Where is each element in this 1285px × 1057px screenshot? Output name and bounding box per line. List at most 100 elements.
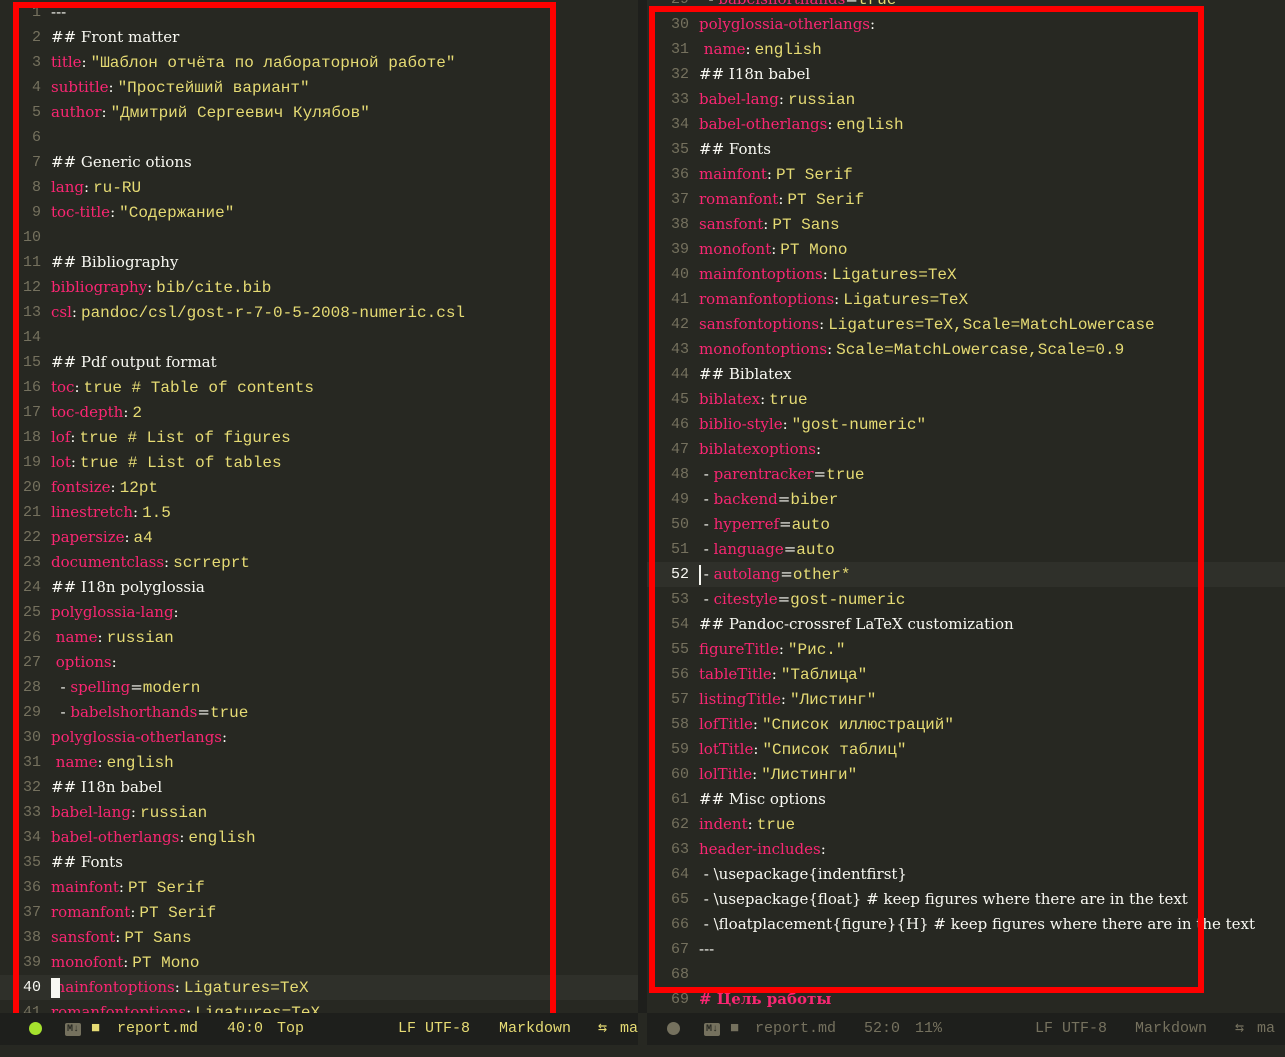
- code-line[interactable]: 26 name: russian: [0, 625, 638, 650]
- code-line[interactable]: 63 header-includes:: [647, 837, 1285, 862]
- code-line[interactable]: 1 ---: [0, 0, 638, 25]
- code-line[interactable]: 20 fontsize: 12pt: [0, 475, 638, 500]
- code-line[interactable]: 23 documentclass: scrreprt: [0, 550, 638, 575]
- buffer-name[interactable]: report.md: [117, 1013, 198, 1045]
- code-line[interactable]: 6: [0, 125, 638, 150]
- code-line[interactable]: 34 babel-otherlangs: english: [0, 825, 638, 850]
- code-line[interactable]: 16 toc: true # Table of contents: [0, 375, 638, 400]
- code-line[interactable]: 44 ## Biblatex: [647, 362, 1285, 387]
- code-line[interactable]: 35 ## Fonts: [647, 137, 1285, 162]
- code-line[interactable]: 35 ## Fonts: [0, 850, 638, 875]
- code-line[interactable]: 62 indent: true: [647, 812, 1285, 837]
- yaml-value: "Содержание": [119, 204, 235, 222]
- code-line[interactable]: 10: [0, 225, 638, 250]
- code-line[interactable]: 31 name: english: [0, 750, 638, 775]
- code-line[interactable]: 49 - backend=biber: [647, 487, 1285, 512]
- code-line[interactable]: 5 author: "Дмитрий Сергеевич Кулябов": [0, 100, 638, 125]
- code-line[interactable]: 39 monofont: PT Mono: [647, 237, 1285, 262]
- code-line[interactable]: 66 - \floatplacement{figure}{H} # keep f…: [647, 912, 1285, 937]
- vcs-branch[interactable]: ma: [1257, 1013, 1275, 1045]
- code-line[interactable]: 51 - language=auto: [647, 537, 1285, 562]
- minibuffer[interactable]: [0, 1045, 1285, 1057]
- code-line[interactable]: 11 ## Bibliography: [0, 250, 638, 275]
- code-line[interactable]: 50 - hyperref=auto: [647, 512, 1285, 537]
- code-line[interactable]: 60 lolTitle: "Листинги": [647, 762, 1285, 787]
- code-line[interactable]: 67 ---: [647, 937, 1285, 962]
- code-line[interactable]: 17 toc-depth: 2: [0, 400, 638, 425]
- code-line[interactable]: 64 - \usepackage{indentfirst}: [647, 862, 1285, 887]
- code-line[interactable]: 41 romanfontoptions: Ligatures=TeX: [0, 1000, 638, 1013]
- code-line[interactable]: 32 ## I18n babel: [0, 775, 638, 800]
- code-line[interactable]: 41 romanfontoptions: Ligatures=TeX: [647, 287, 1285, 312]
- code-line[interactable]: 30 polyglossia-otherlangs:: [0, 725, 638, 750]
- current-line[interactable]: 52 - autolang=other*: [647, 562, 1285, 587]
- code-line[interactable]: 40 mainfontoptions: Ligatures=TeX: [647, 262, 1285, 287]
- code-line[interactable]: 69 # Цель работы: [647, 987, 1285, 1012]
- code-line[interactable]: 22 papersize: a4: [0, 525, 638, 550]
- code-line[interactable]: 31 name: english: [647, 37, 1285, 62]
- code-line[interactable]: 68: [647, 962, 1285, 987]
- code-line[interactable]: 53 - citestyle=gost-numeric: [647, 587, 1285, 612]
- code-line[interactable]: 42 sansfontoptions: Ligatures=TeX,Scale=Ma…: [647, 312, 1285, 337]
- code-line[interactable]: 8 lang: ru-RU: [0, 175, 638, 200]
- code-line[interactable]: 43 monofontoptions: Scale=MatchLowercase,S…: [647, 337, 1285, 362]
- code-line[interactable]: 32 ## I18n babel: [647, 62, 1285, 87]
- code-line[interactable]: 65 - \usepackage{float} # keep figures w…: [647, 887, 1285, 912]
- code-line[interactable]: 25 polyglossia-lang:: [0, 600, 638, 625]
- code-line[interactable]: 55 figureTitle: "Рис.": [647, 637, 1285, 662]
- code-line[interactable]: 37 romanfont: PT Serif: [647, 187, 1285, 212]
- code-line[interactable]: 37 romanfont: PT Serif: [0, 900, 638, 925]
- code-line[interactable]: 46 biblio-style: "gost-numeric": [647, 412, 1285, 437]
- code-line[interactable]: 47 biblatexoptions:: [647, 437, 1285, 462]
- code-line[interactable]: 27 options:: [0, 650, 638, 675]
- vcs-branch[interactable]: ma: [620, 1013, 638, 1045]
- window-divider[interactable]: [638, 0, 647, 1013]
- editor-pane-right[interactable]: 29 - babelshorthands=true30polyglossia-o…: [647, 0, 1285, 1013]
- code-line[interactable]: 18 lof: true # List of figures: [0, 425, 638, 450]
- major-mode[interactable]: Markdown: [1135, 1013, 1207, 1045]
- code-line[interactable]: 54 ## Pandoc-crossref LaTeX customization: [647, 612, 1285, 637]
- code-line[interactable]: 28 - spelling=modern: [0, 675, 638, 700]
- code-line[interactable]: 29 - babelshorthands=true: [647, 0, 1285, 12]
- code-line[interactable]: 61 ## Misc options: [647, 787, 1285, 812]
- yaml-key: babelshorthands: [70, 703, 198, 721]
- buffer-name[interactable]: report.md: [755, 1013, 836, 1045]
- code-line[interactable]: 14: [0, 325, 638, 350]
- code-line[interactable]: 9 toc-title: "Содержание": [0, 200, 638, 225]
- code-line[interactable]: 13 csl: pandoc/csl/gost-r-7-0-5-2008-numer…: [0, 300, 638, 325]
- code-line[interactable]: 48 - parentracker=true: [647, 462, 1285, 487]
- code-line[interactable]: 2 ## Front matter: [0, 25, 638, 50]
- yaml-value: PT Sans: [124, 929, 192, 947]
- code-line[interactable]: 21 linestretch: 1.5: [0, 500, 638, 525]
- code-line[interactable]: 33 babel-lang: russian: [647, 87, 1285, 112]
- code-line[interactable]: 12 bibliography: bib/cite.bib: [0, 275, 638, 300]
- major-mode[interactable]: Markdown: [499, 1013, 571, 1045]
- code-line[interactable]: 19 lot: true # List of tables: [0, 450, 638, 475]
- code-line[interactable]: 33 babel-lang: russian: [0, 800, 638, 825]
- code-line[interactable]: 4 subtitle: "Простейший вариант": [0, 75, 638, 100]
- code-line[interactable]: 39 monofont: PT Mono: [0, 950, 638, 975]
- code-line[interactable]: 38 sansfont: PT Sans: [0, 925, 638, 950]
- cursor-position: 52:0: [864, 1020, 901, 1037]
- code-line[interactable]: 36 mainfont: PT Serif: [0, 875, 638, 900]
- code-line[interactable]: 45 biblatex: true: [647, 387, 1285, 412]
- code-line[interactable]: 59 lotTitle: "Список таблиц": [647, 737, 1285, 762]
- code-line[interactable]: 36 mainfont: PT Serif: [647, 162, 1285, 187]
- code-line[interactable]: 7 ## Generic otions: [0, 150, 638, 175]
- code-line[interactable]: 58 lofTitle: "Список иллюстраций": [647, 712, 1285, 737]
- code-line[interactable]: 3 title: "Шаблон отчёта по лабораторной ра…: [0, 50, 638, 75]
- code-line[interactable]: 15 ## Pdf output format: [0, 350, 638, 375]
- code-line[interactable]: 38 sansfont: PT Sans: [647, 212, 1285, 237]
- encoding-indicator[interactable]: LF UTF-8: [398, 1013, 470, 1045]
- code-line[interactable]: 56 tableTitle: "Таблица": [647, 662, 1285, 687]
- current-line[interactable]: 40 mainfontoptions: Ligatures=TeX: [0, 975, 638, 1000]
- code-lines[interactable]: 29 - babelshorthands=true30polyglossia-o…: [647, 0, 1285, 1012]
- code-line[interactable]: 29 - babelshorthands=true: [0, 700, 638, 725]
- code-line[interactable]: 24 ## I18n polyglossia: [0, 575, 638, 600]
- encoding-indicator[interactable]: LF UTF-8: [1035, 1013, 1107, 1045]
- editor-pane-left[interactable]: 1 --- 2 ## Front matter 3 title: "Шаблон отчёт…: [0, 0, 638, 1013]
- code-line[interactable]: 57 listingTitle: "Листинг": [647, 687, 1285, 712]
- code-line[interactable]: 30 polyglossia-otherlangs:: [647, 12, 1285, 37]
- code-line[interactable]: 34 babel-otherlangs: english: [647, 112, 1285, 137]
- code-lines[interactable]: 1 --- 2 ## Front matter 3 title: "Шаблон отчёт…: [0, 0, 638, 1013]
